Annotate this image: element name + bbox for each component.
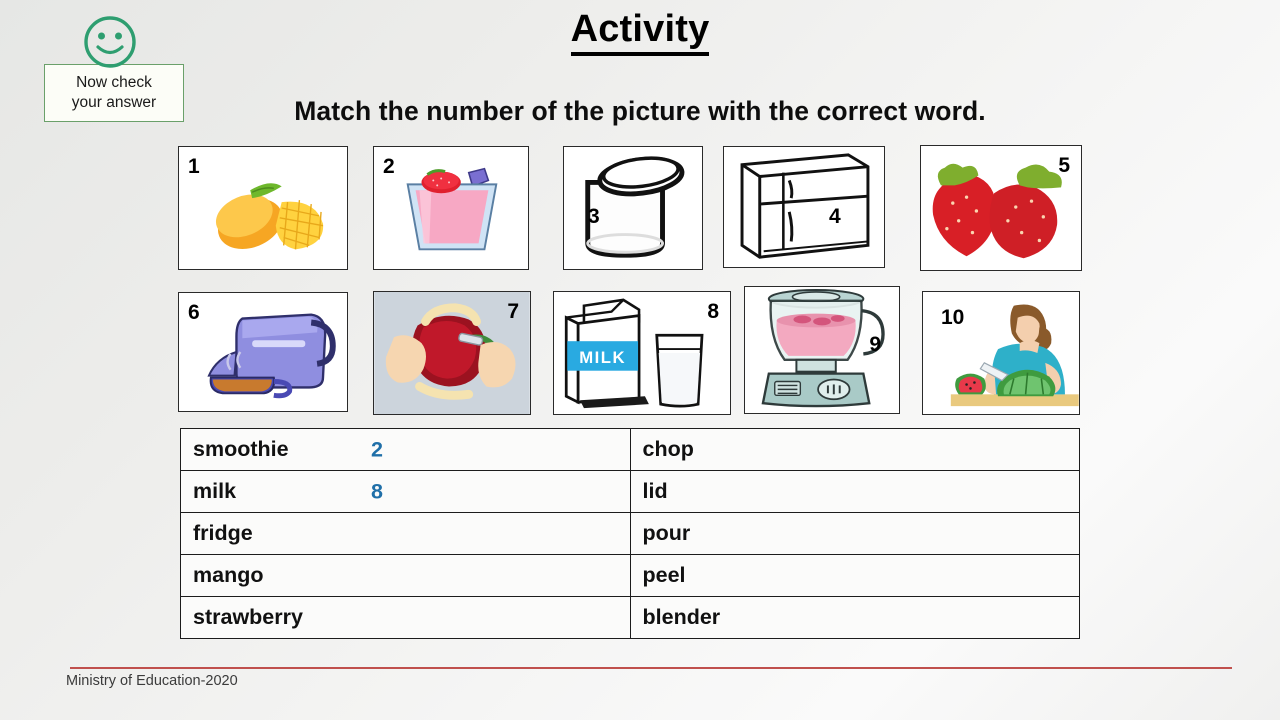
picture-number-7: 7 — [507, 300, 519, 323]
table-row[interactable]: fridge pour — [180, 512, 1080, 555]
answer-cell-right[interactable]: peel — [629, 554, 1080, 597]
answer-table-body: smoothie 2 chop milk 8 lid fridge pour m… — [180, 428, 1080, 639]
smoothie-illustration — [406, 167, 498, 251]
answer-cell-right[interactable]: lid — [629, 470, 1080, 513]
footer-text: Ministry of Education-2020 — [66, 673, 238, 689]
picture-number-6: 6 — [188, 301, 200, 324]
picture-tile-2[interactable]: 2 — [373, 146, 529, 270]
page-title: Activity — [0, 8, 1280, 56]
table-row[interactable]: milk 8 lid — [180, 470, 1080, 513]
table-row[interactable]: strawberry blender — [180, 596, 1080, 639]
word-label: blender — [642, 605, 721, 629]
picture-number-10: 10 — [941, 306, 965, 329]
answer-table: smoothie 2 chop milk 8 lid fridge pour m… — [180, 428, 1080, 639]
answer-cell-left[interactable]: fridge — [180, 512, 631, 555]
word-label: chop — [642, 437, 694, 461]
page-title-text: Activity — [570, 8, 710, 56]
picture-tile-5[interactable]: 5 — [920, 145, 1082, 271]
picture-tile-10[interactable]: 10 — [922, 291, 1080, 415]
table-row[interactable]: smoothie 2 chop — [180, 428, 1080, 471]
picture-tile-6[interactable]: 6 — [178, 292, 348, 412]
answer-cell-right[interactable]: pour — [629, 512, 1080, 555]
pouring-kettle-illustration — [207, 313, 336, 399]
picture-number-9: 9 — [869, 333, 881, 356]
picture-tile-7[interactable]: 7 — [373, 291, 531, 415]
word-label: lid — [642, 479, 668, 503]
word-label: peel — [642, 563, 686, 587]
picture-number-5: 5 — [1058, 154, 1070, 177]
mango-illustration — [215, 183, 324, 250]
strawberries-illustration — [932, 163, 1062, 259]
answer-value[interactable]: 8 — [371, 479, 383, 504]
picture-tile-3[interactable]: 3 — [563, 146, 703, 270]
answer-cell-left[interactable]: smoothie 2 — [180, 428, 631, 471]
instruction-text: Match the number of the picture with the… — [294, 96, 986, 126]
picture-number-1: 1 — [188, 155, 200, 178]
footer-divider — [70, 667, 1232, 669]
word-label: strawberry — [193, 605, 303, 629]
picture-tile-1[interactable]: 1 — [178, 146, 348, 270]
svg-text:MILK: MILK — [579, 348, 626, 367]
picture-tile-4[interactable]: 4 — [723, 146, 885, 268]
answer-cell-right[interactable]: chop — [629, 428, 1080, 471]
picture-number-2: 2 — [383, 155, 395, 178]
answer-value[interactable]: 2 — [371, 437, 383, 462]
picture-number-4: 4 — [829, 205, 841, 228]
table-row[interactable]: mango peel — [180, 554, 1080, 597]
picture-number-3: 3 — [588, 205, 600, 228]
word-label: smoothie — [193, 437, 289, 461]
word-label: mango — [193, 563, 264, 587]
word-label: fridge — [193, 521, 253, 545]
word-label: pour — [642, 521, 691, 545]
check-answer-line1: Now check — [76, 74, 152, 91]
answer-cell-right[interactable]: blender — [629, 596, 1080, 639]
fridge-illustration — [740, 153, 870, 259]
jar-with-lid-illustration — [585, 156, 685, 258]
answer-cell-left[interactable]: strawberry — [180, 596, 631, 639]
picture-number-8: 8 — [707, 300, 719, 323]
answer-cell-left[interactable]: milk 8 — [180, 470, 631, 513]
milk-carton-illustration: MILK — [564, 298, 704, 409]
picture-tile-8[interactable]: MILK 8 — [553, 291, 731, 415]
word-label: milk — [193, 479, 237, 503]
picture-tile-9[interactable]: 9 — [744, 286, 900, 414]
answer-cell-left[interactable]: mango — [180, 554, 631, 597]
